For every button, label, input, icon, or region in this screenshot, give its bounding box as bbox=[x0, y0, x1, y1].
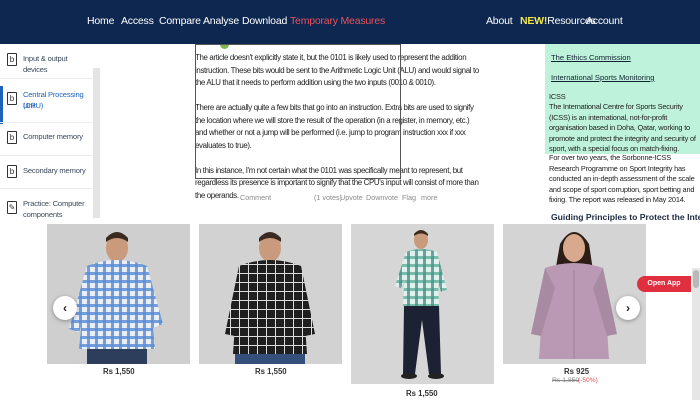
product-price: Rs 1,550 bbox=[406, 389, 438, 398]
product-image[interactable] bbox=[503, 224, 646, 364]
guiding-principles-heading: Guiding Principles to Protect the Integr… bbox=[551, 212, 700, 222]
answer-line: There are actually quite a few bits that… bbox=[195, 103, 474, 112]
divider bbox=[0, 78, 92, 79]
downvote-button[interactable]: Downvote bbox=[366, 193, 398, 202]
nav-home[interactable]: Home bbox=[87, 15, 114, 27]
sidebar-item-label: Practice: Computer bbox=[23, 199, 85, 208]
upvote-button[interactable]: Upvote bbox=[340, 193, 363, 202]
shirt-model-illustration bbox=[351, 224, 494, 384]
comment-button[interactable]: Comment bbox=[240, 193, 271, 202]
icss-paragraph: The International Centre for Sports Secu… bbox=[549, 102, 696, 153]
screen: Home Access Compare Analyse Download Tem… bbox=[0, 0, 700, 400]
answer-line: instruction. These bits would be sent to… bbox=[195, 65, 479, 75]
answer-line: the location where we will store the res… bbox=[195, 115, 470, 125]
divider bbox=[0, 188, 92, 189]
product-image[interactable] bbox=[351, 224, 494, 384]
product-price: Rs 1,550 bbox=[103, 367, 135, 376]
nav-analyse[interactable]: Analyse bbox=[203, 15, 239, 27]
chevron-right-icon[interactable]: › bbox=[616, 296, 640, 320]
product-price: Rs 925 bbox=[564, 367, 590, 376]
original-price: Rs 1,850 bbox=[552, 377, 580, 384]
product-price: Rs 1,550 bbox=[255, 367, 287, 376]
nav-account[interactable]: Account bbox=[586, 15, 623, 27]
sidebar-item-label: Computer memory bbox=[23, 132, 83, 141]
nav-download[interactable]: Download bbox=[242, 15, 287, 27]
divider bbox=[0, 155, 92, 156]
icss-title: ICSS bbox=[549, 92, 566, 101]
sidebar-item-label: Secondary memory bbox=[23, 166, 86, 175]
more-button[interactable]: more bbox=[421, 193, 437, 202]
new-badge: NEW! bbox=[520, 15, 548, 27]
answer-line: regardless its presence is important to … bbox=[195, 178, 479, 187]
answer-line: The article doesn't explicitly state it,… bbox=[195, 53, 467, 62]
shirt-model-illustration bbox=[199, 224, 342, 364]
nav-compare[interactable]: Compare bbox=[159, 15, 201, 27]
active-indicator bbox=[0, 86, 3, 124]
sidebar-item-label: components bbox=[23, 210, 63, 219]
sidebar-item-label: Input & output devices bbox=[23, 54, 68, 74]
shirt-model-illustration bbox=[503, 224, 646, 364]
chevron-left-icon[interactable]: ‹ bbox=[53, 296, 77, 320]
document-icon: b bbox=[7, 92, 17, 105]
link-ethics-commission[interactable]: The Ethics Commission bbox=[551, 53, 631, 62]
page-scrollbar-thumb[interactable] bbox=[693, 270, 699, 288]
top-nav: Home Access Compare Analyse Download Tem… bbox=[0, 0, 700, 44]
nav-access[interactable]: Access bbox=[121, 15, 154, 27]
flag-button[interactable]: Flag bbox=[402, 193, 416, 202]
nav-temporary-measures[interactable]: Temporary Measures bbox=[290, 15, 385, 27]
open-app-button[interactable]: Open App bbox=[637, 276, 691, 292]
discount-badge: (-50%) bbox=[578, 377, 598, 384]
answer-line: In this instance, I'm not certain what t… bbox=[195, 165, 463, 175]
link-international-sports-monitoring[interactable]: International Sports Monitoring bbox=[551, 73, 654, 82]
votes-count: (1 votes) bbox=[314, 193, 342, 202]
leaf-icon bbox=[220, 44, 229, 49]
answer-line: and whether or not a jump will be perfor… bbox=[195, 128, 466, 137]
answer-line: the ALU that it needs to perform additio… bbox=[195, 78, 436, 87]
sidebar-scrollbar[interactable] bbox=[93, 68, 100, 218]
sidebar-item-label: (CPU) bbox=[23, 101, 44, 110]
divider bbox=[0, 122, 92, 123]
nav-about[interactable]: About bbox=[486, 15, 513, 27]
answer-line: evaluates to true). bbox=[195, 140, 252, 150]
answer-line: the operands. bbox=[195, 190, 239, 200]
research-paragraph: For over two years, the Sorbonne-ICSS Re… bbox=[549, 153, 695, 204]
product-image[interactable] bbox=[47, 224, 190, 364]
document-icon: b bbox=[7, 53, 17, 66]
document-icon: b bbox=[7, 165, 17, 178]
pencil-icon: ✎ bbox=[7, 201, 17, 214]
nav-resources[interactable]: NEW!Resources bbox=[520, 15, 596, 27]
document-icon: b bbox=[7, 131, 17, 144]
shirt-model-illustration bbox=[47, 224, 190, 364]
product-image[interactable] bbox=[199, 224, 342, 364]
